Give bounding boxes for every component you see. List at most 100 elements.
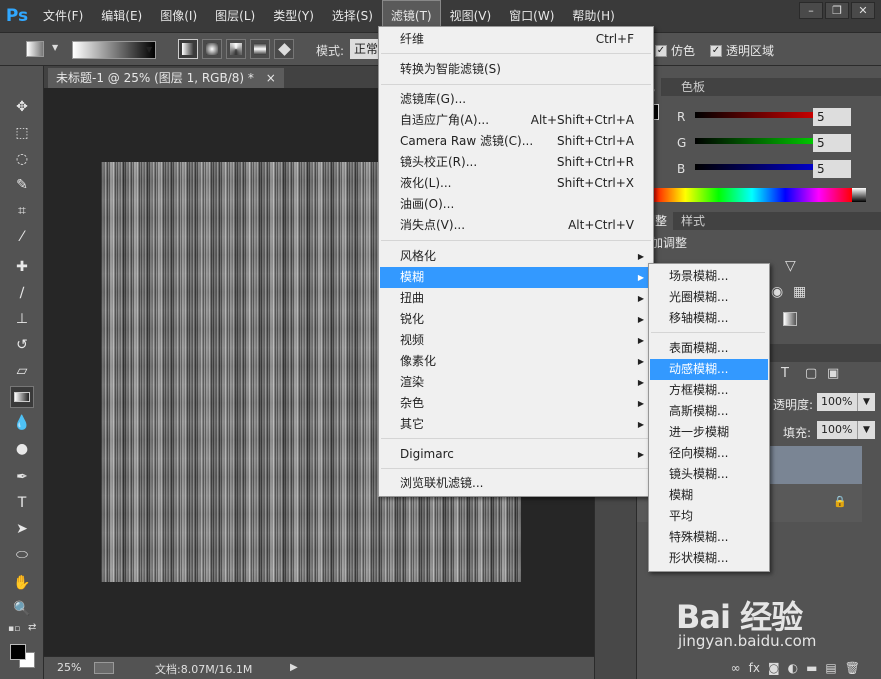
angle-gradient-button[interactable] xyxy=(226,39,246,59)
type-filter-icon[interactable]: T xyxy=(781,366,789,381)
transparency-checkbox[interactable]: ✓ xyxy=(710,44,722,57)
gradient-picker[interactable] xyxy=(72,41,156,59)
blur-item-tilt-shift[interactable]: 移轴模糊... xyxy=(650,308,768,329)
blur-item-surface[interactable]: 表面模糊... xyxy=(650,338,768,359)
filter-item-liquify[interactable]: 液化(L)... Shift+Ctrl+X xyxy=(380,173,652,194)
blur-tool-icon[interactable]: 💧 xyxy=(10,412,34,434)
ellipse-tool-icon[interactable]: ⬭ xyxy=(10,544,34,566)
blur-item-lens[interactable]: 镜头模糊... xyxy=(650,464,768,485)
hue-adjustment-icon[interactable]: ◉ xyxy=(771,284,783,300)
filter-item-sharpen[interactable]: 锐化 ▶ xyxy=(380,309,652,330)
filter-item-stylize[interactable]: 风格化 ▶ xyxy=(380,246,652,267)
restore-button[interactable]: ❐ xyxy=(825,2,849,19)
filter-item-digimarc[interactable]: Digimarc ▶ xyxy=(380,444,652,465)
filter-item-other[interactable]: 其它 ▶ xyxy=(380,414,652,435)
tab-styles[interactable]: 样式 xyxy=(675,212,711,230)
reflected-gradient-button[interactable] xyxy=(250,39,270,59)
blur-item-more[interactable]: 进一步模糊 xyxy=(650,422,768,443)
new-layer-icon[interactable]: ▤ xyxy=(825,661,836,675)
quick-select-tool-icon[interactable]: ✎ xyxy=(10,174,34,196)
filter-item-distort[interactable]: 扭曲 ▶ xyxy=(380,288,652,309)
close-tab-icon[interactable]: × xyxy=(266,71,276,85)
gradient-tool-icon[interactable] xyxy=(10,386,34,408)
filter-item-blur[interactable]: 模糊 ▶ xyxy=(380,267,652,288)
document-tab[interactable]: 未标题-1 @ 25% (图层 1, RGB/8) * × xyxy=(48,68,284,88)
minimize-button[interactable]: – xyxy=(799,2,823,19)
filter-item-noise[interactable]: 杂色 ▶ xyxy=(380,393,652,414)
transparency-option[interactable]: ✓ 透明区域 xyxy=(710,42,774,59)
crop-tool-icon[interactable]: ⌗ xyxy=(10,200,34,222)
tab-swatches[interactable]: 色板 xyxy=(675,78,711,96)
path-select-tool-icon[interactable]: ➤ xyxy=(10,518,34,540)
opacity-input[interactable]: 100% xyxy=(817,393,857,411)
mask-icon[interactable]: ◙ xyxy=(768,661,780,675)
channel-g-value[interactable]: 5 xyxy=(813,134,851,152)
filter-item-video[interactable]: 视频 ▶ xyxy=(380,330,652,351)
menu-layer[interactable]: 图层(L) xyxy=(206,0,264,32)
menu-type[interactable]: 类型(Y) xyxy=(264,0,323,32)
linear-gradient-button[interactable] xyxy=(178,39,198,59)
gradient-map-icon[interactable] xyxy=(783,312,797,326)
zoom-tool-icon[interactable]: 🔍 xyxy=(10,598,34,620)
filter-item-adaptive-wide[interactable]: 自适应广角(A)... Alt+Shift+Ctrl+A xyxy=(380,110,652,131)
foreground-color-swatch[interactable] xyxy=(10,644,26,660)
eraser-tool-icon[interactable]: ▱ xyxy=(10,360,34,382)
blur-item-radial[interactable]: 径向模糊... xyxy=(650,443,768,464)
filter-item-camera-raw[interactable]: Camera Raw 滤镜(C)... Shift+Ctrl+A xyxy=(380,131,652,152)
gradient-dropdown-icon[interactable]: ▼ xyxy=(146,45,152,54)
filter-item-render[interactable]: 渲染 ▶ xyxy=(380,372,652,393)
dodge-tool-icon[interactable]: ● xyxy=(10,438,34,460)
blur-item-average[interactable]: 平均 xyxy=(650,506,768,527)
filter-item-browse-online[interactable]: 浏览联机滤镜... xyxy=(380,473,652,494)
eyedropper-tool-icon[interactable]: ⁄ xyxy=(10,226,34,248)
pen-tool-icon[interactable]: ✒ xyxy=(10,466,34,488)
dither-option[interactable]: ✓ 仿色 xyxy=(655,42,695,59)
filter-item-vanishing-point[interactable]: 消失点(V)... Alt+Ctrl+V xyxy=(380,215,652,236)
blur-item-shape[interactable]: 形状模糊... xyxy=(650,548,768,569)
marquee-tool-icon[interactable]: ⬚ xyxy=(10,122,34,144)
filter-item-convert-smart[interactable]: 转换为智能滤镜(S) xyxy=(380,59,652,80)
fill-input[interactable]: 100% xyxy=(817,421,857,439)
default-colors-icon[interactable]: ▪▫ xyxy=(8,624,20,634)
filter-item-fibers[interactable]: 纤维 Ctrl+F xyxy=(380,29,652,50)
radial-gradient-button[interactable] xyxy=(202,39,222,59)
group-icon[interactable]: ▬ xyxy=(806,661,817,675)
spectrum-bw[interactable] xyxy=(852,188,866,202)
tool-preset-picker[interactable] xyxy=(26,41,44,57)
brush-tool-icon[interactable]: ∕ xyxy=(10,282,34,304)
curves-adjustment-icon[interactable]: ▽ xyxy=(785,258,796,274)
dither-checkbox[interactable]: ✓ xyxy=(655,44,667,57)
color-lookup-icon[interactable]: ▦ xyxy=(793,284,806,300)
zoom-level[interactable]: 25% xyxy=(57,661,81,674)
blur-item-motion[interactable]: 动感模糊... xyxy=(650,359,768,380)
filter-item-pixelate[interactable]: 像素化 ▶ xyxy=(380,351,652,372)
fill-dropdown-icon[interactable]: ▼ xyxy=(857,421,875,439)
type-tool-icon[interactable]: T xyxy=(10,492,34,514)
lasso-tool-icon[interactable]: ◌ xyxy=(10,148,34,170)
filter-item-lens-correction[interactable]: 镜头校正(R)... Shift+Ctrl+R xyxy=(380,152,652,173)
link-layers-icon[interactable]: ∞ xyxy=(731,661,741,675)
blur-item-field[interactable]: 场景模糊... xyxy=(650,266,768,287)
move-tool-icon[interactable]: ✥ xyxy=(10,96,34,118)
opacity-dropdown-icon[interactable]: ▼ xyxy=(857,393,875,411)
filter-item-gallery[interactable]: 滤镜库(G)... xyxy=(380,89,652,110)
blur-item-gaussian[interactable]: 高斯模糊... xyxy=(650,401,768,422)
shape-filter-icon[interactable]: ▢ xyxy=(805,366,817,381)
channel-r-value[interactable]: 5 xyxy=(813,108,851,126)
menu-image[interactable]: 图像(I) xyxy=(151,0,206,32)
blur-item-blur[interactable]: 模糊 xyxy=(650,485,768,506)
blur-item-box[interactable]: 方框模糊... xyxy=(650,380,768,401)
adjustment-layer-icon[interactable]: ◐ xyxy=(788,661,798,675)
history-brush-tool-icon[interactable]: ↺ xyxy=(10,334,34,356)
chevron-down-icon[interactable]: ▼ xyxy=(52,43,58,52)
menu-edit[interactable]: 编辑(E) xyxy=(92,0,151,32)
smart-object-filter-icon[interactable]: ▣ xyxy=(827,366,839,381)
color-spectrum[interactable] xyxy=(652,188,852,202)
status-menu-arrow-icon[interactable]: ▶ xyxy=(290,662,298,673)
delete-layer-icon[interactable]: 🗑 xyxy=(845,661,860,675)
blur-item-smart[interactable]: 特殊模糊... xyxy=(650,527,768,548)
filter-item-oil-paint[interactable]: 油画(O)... xyxy=(380,194,652,215)
stamp-tool-icon[interactable]: ⊥ xyxy=(10,308,34,330)
blur-item-iris[interactable]: 光圈模糊... xyxy=(650,287,768,308)
healing-brush-tool-icon[interactable]: ✚ xyxy=(10,256,34,278)
